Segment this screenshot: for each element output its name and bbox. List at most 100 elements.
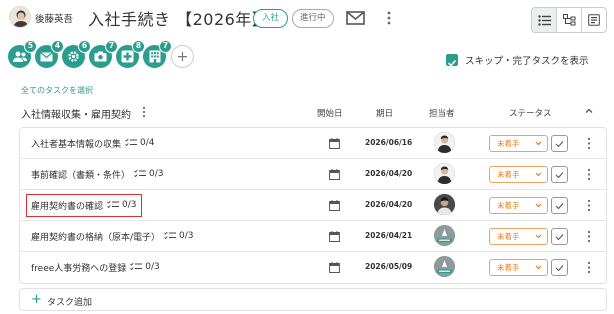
chevron-down-icon (535, 141, 542, 146)
board-view-button[interactable] (582, 8, 606, 32)
row-more-icon[interactable] (586, 137, 592, 150)
column-header-start-date[interactable]: 開始日 (317, 107, 343, 119)
checklist-count: 0/3 (107, 200, 137, 210)
checklist-count: 0/3 (130, 262, 160, 272)
column-header-assignee[interactable]: 担当者 (429, 107, 455, 119)
mail-icon[interactable] (346, 11, 365, 25)
task-name[interactable]: 入社者基本情報の収集 0/4 (31, 137, 155, 151)
calendar-icon[interactable] (329, 231, 340, 242)
category-medical-button[interactable]: 8 (116, 40, 145, 68)
user-avatar[interactable] (9, 6, 31, 28)
due-date[interactable]: 2026/06/16 (365, 138, 412, 147)
mail-icon (40, 51, 53, 61)
add-task-button[interactable]: + タスク追加 (19, 288, 607, 311)
checklist-count: 0/4 (125, 138, 155, 148)
status-dropdown[interactable]: 未着手 (489, 259, 548, 276)
column-header-due-date[interactable]: 期日 (376, 107, 393, 119)
board-view-icon (588, 14, 600, 26)
checklist-count: 0/3 (134, 169, 164, 179)
plus-icon: + (31, 292, 42, 307)
assignee-avatar[interactable] (434, 194, 455, 215)
due-date[interactable]: 2026/04/20 (365, 169, 412, 178)
category-camera-button[interactable]: 7 (89, 40, 118, 68)
medical-icon (121, 50, 134, 63)
task-row[interactable]: 雇用契約書の確認 0/3 2026/04/20 未着手 (20, 190, 606, 221)
section-title: 入社情報収集・雇用契約 (21, 110, 131, 121)
skip-completed-label[interactable]: スキップ・完了タスクを表示 (465, 53, 589, 67)
task-list: 入社者基本情報の収集 0/4 2026/06/16 未着手 事前確認（書類・条件… (19, 127, 607, 284)
due-date[interactable]: 2026/05/09 (365, 262, 412, 271)
task-row[interactable]: freee人事労務への登録 0/3 2026/05/09 未着手 (20, 252, 606, 283)
progress-status-pill[interactable]: 進行中 (292, 9, 334, 28)
status-dropdown[interactable]: 未着手 (489, 197, 548, 214)
tree-view-icon (562, 14, 575, 26)
list-view-icon (537, 14, 551, 26)
page-title: 入社手続き 【2026年】 (88, 10, 269, 29)
task-name[interactable]: 雇用契約書の確認 0/3 (26, 194, 142, 217)
default-avatar-icon (434, 225, 455, 246)
category-settings-button[interactable]: 6 (62, 40, 91, 68)
chevron-down-icon (535, 234, 542, 239)
chevron-down-icon (535, 203, 542, 208)
list-view-button[interactable] (532, 8, 557, 32)
task-row[interactable]: 入社者基本情報の収集 0/4 2026/06/16 未着手 (20, 128, 606, 159)
row-more-icon[interactable] (586, 261, 592, 274)
header: 後藤英吾 入社手続き 【2026年】 入社 進行中 (0, 0, 614, 38)
header-more-icon[interactable] (383, 9, 395, 27)
user-name: 後藤英吾 (35, 14, 74, 25)
chevron-down-icon (535, 265, 542, 270)
category-count-badge: 7 (159, 40, 172, 53)
plus-icon: + (176, 48, 189, 65)
status-dropdown[interactable]: 未着手 (489, 135, 548, 152)
assignee-avatar-default[interactable] (434, 225, 455, 246)
category-mail-button[interactable]: 4 (35, 40, 64, 68)
complete-task-button[interactable] (551, 166, 568, 183)
task-row[interactable]: 雇用契約書の格納（原本/電子） 0/3 2026/04/21 未着手 (20, 221, 606, 252)
assignee-avatar[interactable] (434, 132, 455, 153)
category-people-button[interactable]: 5 (8, 40, 37, 68)
calendar-icon[interactable] (329, 169, 340, 180)
task-row[interactable]: 事前確認（書類・条件） 0/3 2026/04/20 未着手 (20, 159, 606, 190)
due-date[interactable]: 2026/04/21 (365, 231, 412, 240)
checklist-count: 0/3 (164, 231, 194, 241)
status-dropdown[interactable]: 未着手 (489, 228, 548, 245)
view-toggle (531, 7, 607, 33)
complete-task-button[interactable] (551, 259, 568, 276)
chevron-up-icon[interactable] (584, 106, 594, 116)
checklist-icon (107, 200, 120, 209)
building-icon (149, 50, 160, 63)
status-dropdown[interactable]: 未着手 (489, 166, 548, 183)
checklist-icon (134, 169, 147, 178)
due-date[interactable]: 2026/04/20 (365, 200, 412, 209)
assignee-avatar[interactable] (434, 163, 455, 184)
tree-view-button[interactable] (557, 8, 582, 32)
checklist-icon (125, 138, 138, 147)
calendar-icon[interactable] (329, 200, 340, 211)
check-icon (447, 59, 457, 67)
people-icon (12, 51, 27, 62)
calendar-icon[interactable] (329, 138, 340, 149)
calendar-icon[interactable] (329, 262, 340, 273)
skip-completed-checkbox[interactable] (446, 54, 458, 67)
row-more-icon[interactable] (586, 168, 592, 181)
complete-task-button[interactable] (551, 228, 568, 245)
check-icon (555, 264, 564, 271)
section-more-icon[interactable] (140, 106, 148, 118)
task-name[interactable]: 雇用契約書の格納（原本/電子） 0/3 (31, 230, 194, 244)
checklist-icon (164, 231, 177, 240)
category-building-button[interactable]: 7 (143, 40, 172, 68)
task-name[interactable]: freee人事労務への登録 0/3 (31, 261, 160, 275)
add-category-button[interactable]: + (171, 45, 194, 68)
complete-task-button[interactable] (551, 135, 568, 152)
column-header-status[interactable]: ステータス (509, 107, 552, 119)
task-name[interactable]: 事前確認（書類・条件） 0/3 (31, 168, 164, 182)
complete-task-button[interactable] (551, 197, 568, 214)
assignee-avatar-default[interactable] (434, 256, 455, 277)
gear-icon (68, 51, 79, 62)
default-avatar-icon (434, 256, 455, 277)
row-more-icon[interactable] (586, 199, 592, 212)
checklist-icon (130, 262, 143, 271)
type-pill: 入社 (253, 9, 289, 28)
row-more-icon[interactable] (586, 230, 592, 243)
select-all-tasks-link[interactable]: 全てのタスクを選択 (21, 85, 93, 96)
